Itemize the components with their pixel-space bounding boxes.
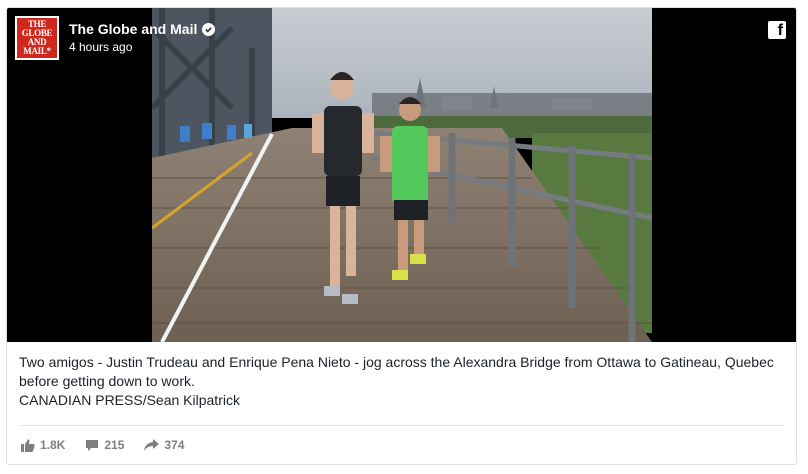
divider bbox=[19, 425, 784, 426]
post-caption: Two amigos - Justin Trudeau and Enrique … bbox=[19, 353, 789, 410]
engagement-stats: 1.8K 215 374 bbox=[21, 436, 184, 454]
share-arrow-icon bbox=[144, 439, 160, 451]
comments-count: 215 bbox=[104, 438, 125, 452]
comment-bubble-icon bbox=[85, 439, 99, 452]
photo-illustration bbox=[152, 8, 652, 342]
globe-and-mail-logo[interactable]: THE GLOBE AND MAIL* bbox=[15, 16, 59, 60]
facebook-icon[interactable]: f bbox=[768, 21, 786, 39]
post-media[interactable]: THE GLOBE AND MAIL* The Globe and Mail 4… bbox=[7, 8, 796, 342]
post-photo[interactable] bbox=[152, 8, 652, 342]
page-name-link[interactable]: The Globe and Mail bbox=[69, 21, 197, 37]
verified-check-icon bbox=[202, 22, 216, 36]
thumbs-up-icon bbox=[21, 438, 35, 452]
comments-stat[interactable]: 215 bbox=[85, 438, 124, 452]
post-timestamp[interactable]: 4 hours ago bbox=[69, 40, 132, 54]
logo-line: MAIL* bbox=[23, 46, 51, 56]
shares-stat[interactable]: 374 bbox=[144, 438, 184, 452]
likes-count: 1.8K bbox=[40, 438, 66, 452]
shares-count: 374 bbox=[164, 438, 185, 452]
likes-stat[interactable]: 1.8K bbox=[21, 438, 65, 452]
page-name-row: The Globe and Mail bbox=[69, 21, 216, 37]
photo-credit: CANADIAN PRESS/Sean Kilpatrick bbox=[19, 392, 240, 408]
caption-text: Two amigos - Justin Trudeau and Enrique … bbox=[19, 354, 774, 389]
facebook-post-card: THE GLOBE AND MAIL* The Globe and Mail 4… bbox=[6, 7, 797, 465]
